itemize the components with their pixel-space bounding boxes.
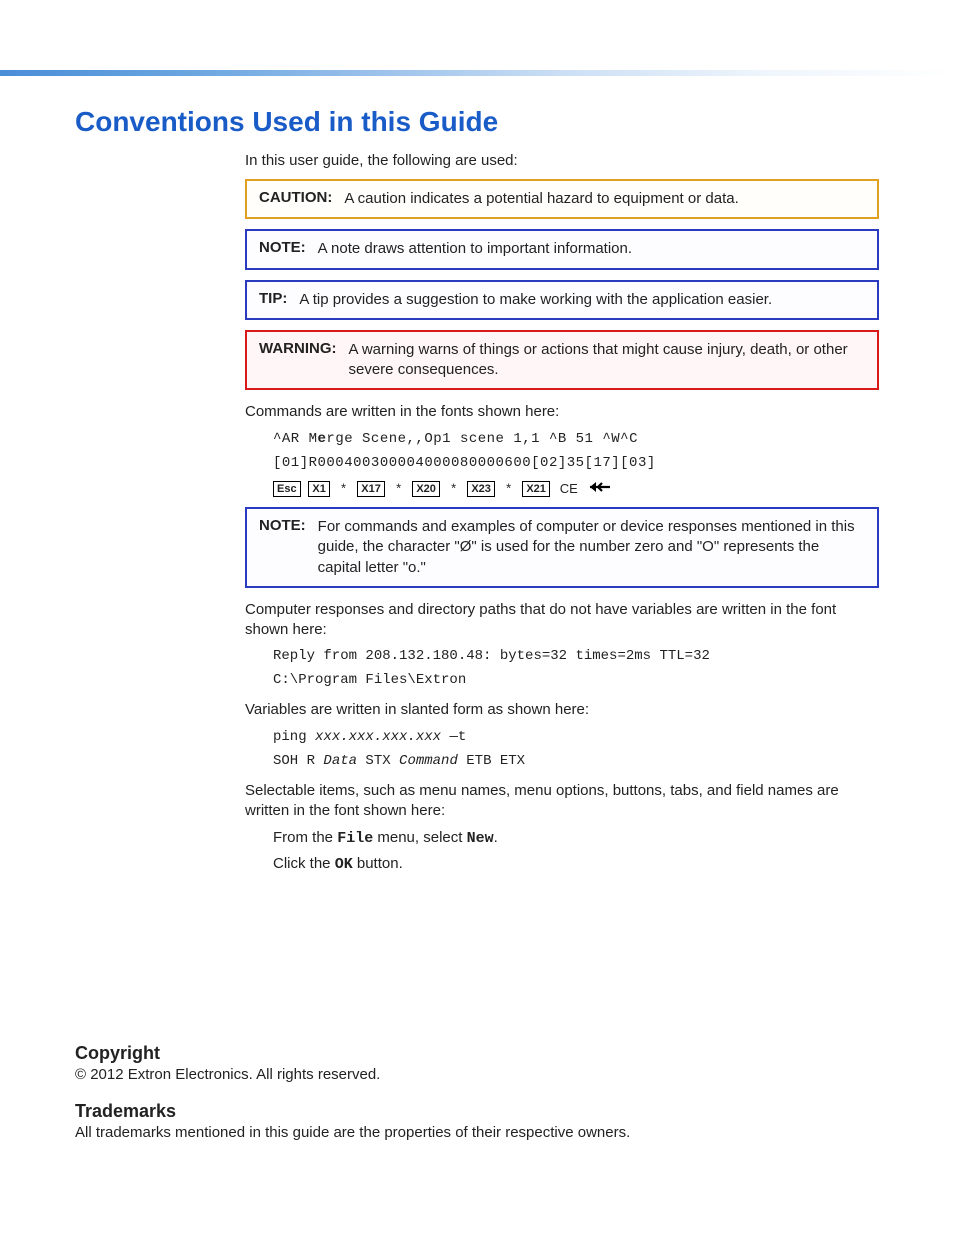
trademarks-heading: Trademarks <box>75 1101 879 1122</box>
command-example-1: ^AR Merge Scene,,Op1 scene 1,1 ^B 51 ^W^… <box>273 431 879 447</box>
var2-b: Data <box>323 753 357 769</box>
command-example-2: [01]R000400300004000080000600[02]35[17][… <box>273 455 879 471</box>
x1-key: X1 <box>308 481 329 497</box>
trademarks-text: All trademarks mentioned in this guide a… <box>75 1124 879 1141</box>
warning-box: WARNING: A warning warns of things or ac… <box>245 330 879 391</box>
page-title: Conventions Used in this Guide <box>75 106 879 138</box>
x17-key: X17 <box>357 481 385 497</box>
ce-text: CE <box>560 481 578 496</box>
x23-key: X23 <box>467 481 495 497</box>
caution-box: CAUTION: A caution indicates a potential… <box>245 179 879 219</box>
footer-block: Copyright © 2012 Extron Electronics. All… <box>75 1043 879 1141</box>
body-column: In this user guide, the following are us… <box>245 152 879 873</box>
sel1-c: menu, select <box>373 829 466 846</box>
tip-box: TIP: A tip provides a suggestion to make… <box>245 280 879 320</box>
star-2: * <box>395 482 403 497</box>
command-keys-line: Esc X1 * X17 * X20 * X23 * X21 CE <box>273 481 879 498</box>
warning-text: A warning warns of things or actions tha… <box>349 340 866 381</box>
sel2-b: OK <box>335 856 353 873</box>
sel1-b: File <box>337 830 373 847</box>
sel1-e: . <box>494 829 498 846</box>
star-1: * <box>340 482 348 497</box>
selectable-example-1: From the File menu, select New. <box>273 829 879 847</box>
note-box: NOTE: A note draws attention to importan… <box>245 229 879 269</box>
return-arrow-icon <box>590 481 612 497</box>
var2-d: Command <box>399 753 458 769</box>
cmd1-part-c: rge Scene,,Op1 scene 1,1 ^B 51 ^W^C <box>326 431 638 447</box>
tip-label: TIP: <box>259 290 287 307</box>
response-example-1: Reply from 208.132.180.48: bytes=32 time… <box>273 648 879 664</box>
note-label: NOTE: <box>259 239 306 256</box>
note-text: A note draws attention to important info… <box>318 239 865 259</box>
intro-text: In this user guide, the following are us… <box>245 152 879 169</box>
response-example-2: C:\Program Files\Extron <box>273 672 879 688</box>
x21-key: X21 <box>522 481 550 497</box>
selectable-paragraph: Selectable items, such as menu names, me… <box>245 781 879 822</box>
caution-text: A caution indicates a potential hazard t… <box>344 189 865 209</box>
copyright-text: © 2012 Extron Electronics. All rights re… <box>75 1066 879 1083</box>
x20-key: X20 <box>412 481 440 497</box>
star-4: * <box>505 482 513 497</box>
sel2-a: Click the <box>273 855 335 872</box>
sel1-a: From the <box>273 829 337 846</box>
caution-label: CAUTION: <box>259 189 332 206</box>
var2-a: SOH R <box>273 753 323 769</box>
note-box-2: NOTE: For commands and examples of compu… <box>245 507 879 588</box>
copyright-heading: Copyright <box>75 1043 879 1064</box>
variable-example-1: ping xxx.xxx.xxx.xxx —t <box>273 729 879 745</box>
tip-text: A tip provides a suggestion to make work… <box>299 290 865 310</box>
variables-paragraph: Variables are written in slanted form as… <box>245 700 879 720</box>
var1-a: ping <box>273 729 315 745</box>
note2-text: For commands and examples of computer or… <box>318 517 865 578</box>
variable-example-2: SOH R Data STX Command ETB ETX <box>273 753 879 769</box>
page-content: Conventions Used in this Guide In this u… <box>0 76 954 1199</box>
var1-b: xxx.xxx.xxx.xxx <box>315 729 441 745</box>
commands-paragraph: Commands are written in the fonts shown … <box>245 402 879 422</box>
star-3: * <box>450 482 458 497</box>
var2-c: STX <box>357 753 399 769</box>
sel2-c: button. <box>353 855 403 872</box>
responses-paragraph: Computer responses and directory paths t… <box>245 600 879 641</box>
var1-c: —t <box>441 729 466 745</box>
sel1-d: New <box>467 830 494 847</box>
note2-label: NOTE: <box>259 517 306 534</box>
warning-label: WARNING: <box>259 340 337 357</box>
var2-e: ETB ETX <box>458 753 525 769</box>
esc-key: Esc <box>273 481 301 497</box>
selectable-example-2: Click the OK button. <box>273 855 879 873</box>
cmd1-part-a: ^AR M <box>273 431 318 447</box>
